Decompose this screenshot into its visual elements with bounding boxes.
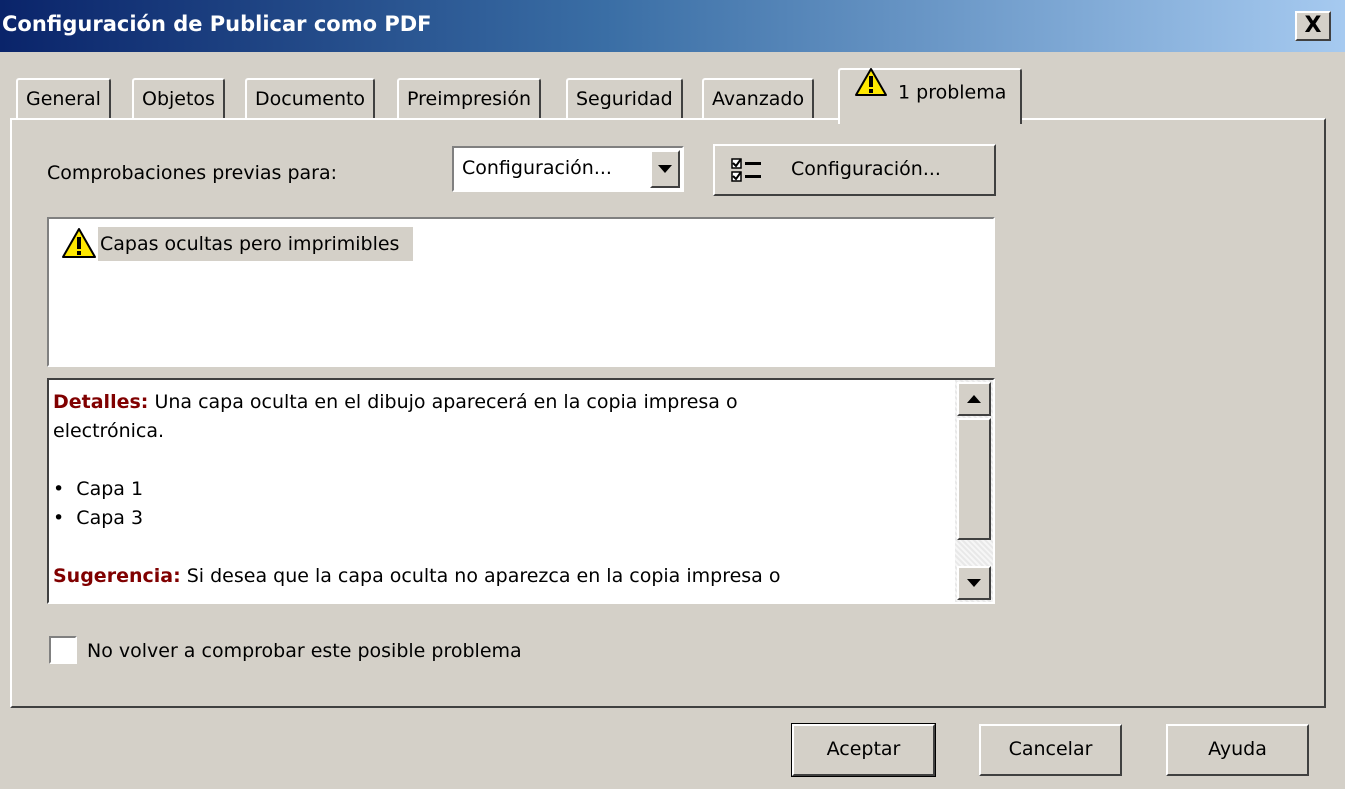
details-keyword: Detalles: xyxy=(53,391,149,413)
bullet-item: • Capa 1 xyxy=(53,478,144,500)
tab-general[interactable]: General xyxy=(16,78,111,120)
scroll-thumb[interactable] xyxy=(957,418,991,540)
preflight-select[interactable]: Configuración... xyxy=(452,146,684,192)
warning-icon xyxy=(61,227,97,264)
chevron-down-icon[interactable] xyxy=(650,150,680,188)
tab-preimpresion[interactable]: Preimpresión xyxy=(397,78,541,120)
tab-seguridad[interactable]: Seguridad xyxy=(566,78,683,120)
details-content: Detalles: Una capa oculta en el dibujo a… xyxy=(53,388,953,591)
preflight-label: Comprobaciones previas para: xyxy=(47,162,338,184)
checklist-icon xyxy=(731,158,763,189)
tab-label: Preimpresión xyxy=(407,88,531,110)
dont-check-again-label: No volver a comprobar este posible probl… xyxy=(87,640,522,662)
title-bar: Configuración de Publicar como PDF X xyxy=(0,0,1345,52)
bullet-text: Capa 1 xyxy=(76,478,144,500)
tab-label: Objetos xyxy=(142,88,215,110)
scroll-down-icon[interactable] xyxy=(957,566,991,600)
tab-label: 1 problema xyxy=(898,81,1007,104)
close-button[interactable]: X xyxy=(1295,11,1331,41)
help-button[interactable]: Ayuda xyxy=(1166,724,1309,776)
preflight-select-value: Configuración... xyxy=(462,157,612,179)
scroll-up-icon[interactable] xyxy=(957,382,991,416)
bullet-item: • Capa 3 xyxy=(53,507,144,529)
details-text-cont: electrónica. xyxy=(53,420,165,442)
details-text: Una capa oculta en el dibujo aparecerá e… xyxy=(154,391,738,413)
issues-list[interactable]: Capas ocultas pero imprimibles xyxy=(47,217,995,367)
issue-label: Capas ocultas pero imprimibles xyxy=(98,227,414,261)
suggestion-text: Si desea que la capa oculta no aparezca … xyxy=(186,565,781,587)
preflight-settings-label: Configuración... xyxy=(791,158,941,180)
window-title: Configuración de Publicar como PDF xyxy=(2,12,432,36)
tab-label: Documento xyxy=(255,88,366,110)
tab-1-problema[interactable]: 1 problema xyxy=(838,67,1023,124)
tab-documento[interactable]: Documento xyxy=(245,78,376,120)
bullet-text: Capa 3 xyxy=(76,507,144,529)
warning-icon xyxy=(854,67,888,113)
details-scrollbar[interactable] xyxy=(955,380,993,602)
tab-objetos[interactable]: Objetos xyxy=(132,78,225,120)
tab-label: General xyxy=(26,88,101,110)
preflight-settings-button[interactable]: Configuración... xyxy=(713,144,996,196)
tab-avanzado[interactable]: Avanzado xyxy=(702,78,815,120)
cancel-button[interactable]: Cancelar xyxy=(979,724,1122,776)
ok-button[interactable]: Aceptar xyxy=(791,723,936,777)
dont-check-again-checkbox[interactable] xyxy=(49,636,77,664)
suggestion-keyword: Sugerencia: xyxy=(53,565,181,587)
tab-label: Seguridad xyxy=(576,88,673,110)
tab-label: Avanzado xyxy=(712,88,805,110)
details-box: Detalles: Una capa oculta en el dibujo a… xyxy=(47,378,995,604)
